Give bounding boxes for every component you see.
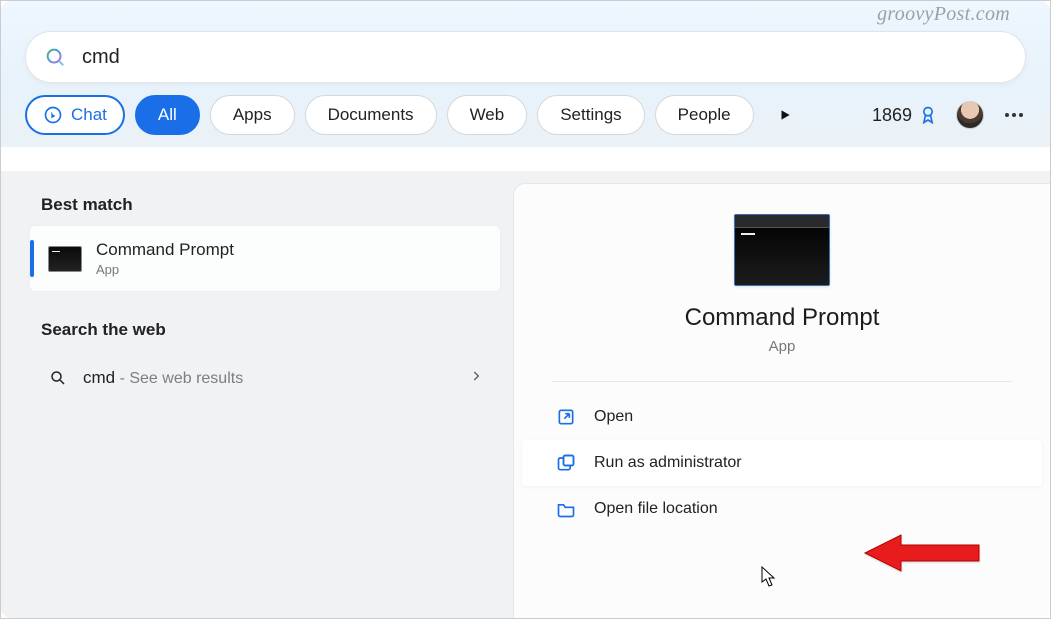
run-as-administrator-action[interactable]: Run as administrator xyxy=(522,440,1042,486)
watermark: groovyPost.com xyxy=(877,3,1010,26)
web-filter-label: Web xyxy=(470,105,505,125)
rewards-points-value: 1869 xyxy=(872,105,912,126)
settings-filter-label: Settings xyxy=(560,105,621,125)
bing-chat-icon xyxy=(43,105,63,125)
search-web-heading: Search the web xyxy=(29,320,501,340)
best-match-subtitle: App xyxy=(96,262,234,277)
divider xyxy=(552,381,1012,382)
preview-subtitle: App xyxy=(514,338,1050,355)
command-prompt-icon xyxy=(48,246,82,272)
folder-icon xyxy=(556,499,576,519)
people-filter-label: People xyxy=(678,105,731,125)
all-filter-button[interactable]: All xyxy=(135,95,200,135)
magnifier-icon xyxy=(49,369,67,387)
open-icon xyxy=(556,407,576,427)
documents-filter-label: Documents xyxy=(328,105,414,125)
documents-filter-button[interactable]: Documents xyxy=(305,95,437,135)
web-result-row[interactable]: cmd - See web results xyxy=(29,350,501,406)
open-action[interactable]: Open xyxy=(522,394,1042,440)
run-admin-action-label: Run as administrator xyxy=(594,454,742,472)
people-filter-button[interactable]: People xyxy=(655,95,754,135)
best-match-result[interactable]: Command Prompt App xyxy=(29,225,501,292)
shield-admin-icon xyxy=(556,453,576,473)
mouse-cursor xyxy=(761,566,777,588)
rewards-icon xyxy=(918,105,938,125)
web-result-term: cmd xyxy=(83,368,115,387)
settings-filter-button[interactable]: Settings xyxy=(537,95,644,135)
apps-filter-button[interactable]: Apps xyxy=(210,95,295,135)
web-filter-button[interactable]: Web xyxy=(447,95,528,135)
chat-filter-label: Chat xyxy=(71,105,107,125)
rewards-points[interactable]: 1869 xyxy=(872,105,938,126)
web-result-suffix: - See web results xyxy=(120,370,244,387)
best-match-title: Command Prompt xyxy=(96,240,234,260)
chat-filter-button[interactable]: Chat xyxy=(25,95,125,135)
search-input[interactable] xyxy=(80,45,1007,70)
search-bar[interactable] xyxy=(25,31,1026,83)
apps-filter-label: Apps xyxy=(233,105,272,125)
annotation-arrow xyxy=(861,531,981,575)
best-match-heading: Best match xyxy=(29,195,501,215)
preview-title: Command Prompt xyxy=(514,304,1050,332)
open-file-location-action[interactable]: Open file location xyxy=(522,486,1042,532)
open-file-location-label: Open file location xyxy=(594,500,718,518)
open-action-label: Open xyxy=(594,408,633,426)
preview-app-icon xyxy=(734,214,830,286)
all-filter-label: All xyxy=(158,105,177,125)
search-icon xyxy=(44,46,66,68)
user-avatar[interactable] xyxy=(956,101,984,129)
more-icon[interactable] xyxy=(1002,103,1026,127)
scroll-filters-icon[interactable] xyxy=(772,102,798,128)
chevron-right-icon xyxy=(469,369,483,388)
